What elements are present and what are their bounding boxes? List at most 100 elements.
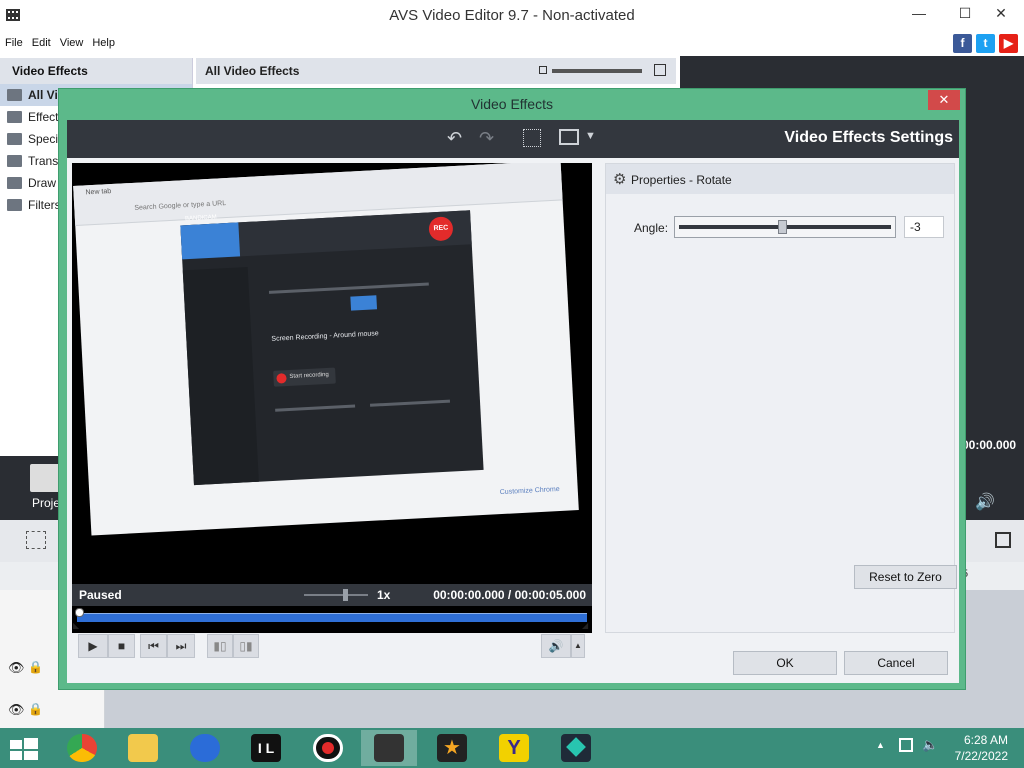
volume-icon[interactable]: 🔊 <box>975 492 995 512</box>
folder-icon <box>7 89 22 101</box>
folder-icon <box>7 177 22 189</box>
cancel-button[interactable]: Cancel <box>844 651 948 675</box>
tree-item-label: Filters <box>28 198 61 212</box>
speaker-muted-icon[interactable]: 🔈 <box>922 737 938 753</box>
reset-to-zero-button[interactable]: Reset to Zero <box>854 565 957 589</box>
time-display: 00:00:00.000 / 00:00:05.000 <box>433 588 586 602</box>
menu-bar: File Edit View Help <box>0 32 1024 54</box>
rotated-video-frame: New tab Search Google or type a URL BAND… <box>73 163 579 536</box>
project-label: Proje <box>32 496 61 510</box>
eye-icon[interactable]: 👁 <box>8 702 25 718</box>
tree-item-label: Effect <box>28 110 59 124</box>
play-button[interactable]: ▶ <box>78 634 108 658</box>
angle-value-input[interactable]: -3 <box>904 216 944 238</box>
effects-grid-title: All Video Effects <box>205 64 300 78</box>
record-icon <box>313 734 343 762</box>
network-icon[interactable] <box>899 738 913 752</box>
playback-speed: 1x <box>377 588 391 602</box>
angle-label: Angle: <box>634 221 669 235</box>
speed-slider-thumb[interactable] <box>343 589 348 601</box>
monitor-icon[interactable] <box>559 129 579 145</box>
twitter-icon[interactable]: t <box>976 34 995 53</box>
taskbar-app-il[interactable]: I L <box>238 730 294 766</box>
next-frame-button[interactable]: ⏭ <box>167 634 195 658</box>
timeline-progress-bar[interactable] <box>77 613 587 622</box>
minimize-button[interactable]: — <box>896 0 942 28</box>
volume-up-arrow-icon[interactable]: ▲ <box>571 634 585 658</box>
ok-button[interactable]: OK <box>733 651 837 675</box>
title-bar: AVS Video Editor 9.7 - Non-activated — ☐… <box>0 0 1024 32</box>
compare-before-button[interactable]: ▮▯ <box>207 634 233 658</box>
eye-icon[interactable]: 👁 <box>8 660 25 676</box>
lock-icon[interactable]: 🔒 <box>28 702 43 716</box>
taskbar-audio-app[interactable] <box>177 730 233 766</box>
dialog-title: Video Effects <box>471 96 553 112</box>
folder-icon <box>7 199 22 211</box>
tree-item-label: Draw <box>28 176 57 190</box>
menu-view[interactable]: View <box>60 32 84 54</box>
clock-time: 6:28 AM <box>963 733 1008 747</box>
windows-logo-icon <box>10 738 38 760</box>
tray-chevron-up-icon[interactable]: ▲ <box>876 740 885 750</box>
youtube-icon[interactable]: ▶ <box>999 34 1018 53</box>
close-button[interactable]: ✕ <box>978 0 1024 28</box>
stop-button[interactable]: ■ <box>108 634 135 658</box>
preview-browser-bar: New tab Search Google or type a URL <box>73 163 563 226</box>
effects-grid-header: All Video Effects <box>196 58 676 84</box>
taskbar-file-explorer[interactable] <box>115 730 171 766</box>
video-preview: New tab Search Google or type a URL BAND… <box>72 163 592 633</box>
storyboard-icon[interactable] <box>26 531 46 549</box>
chrome-icon <box>67 734 97 762</box>
preview-app-tab <box>180 222 241 260</box>
taskbar-chrome[interactable] <box>54 730 110 766</box>
angle-slider[interactable] <box>674 216 896 238</box>
lock-icon[interactable]: 🔒 <box>28 660 43 674</box>
folder-icon <box>128 734 158 762</box>
preview-start-recording: Start recording <box>273 367 336 387</box>
dialog-toolbar: ↶ ↷ ▼ Video Effects Settings <box>67 120 959 158</box>
previous-frame-button[interactable]: ⏮ <box>140 634 167 658</box>
taskbar-recorder[interactable] <box>300 730 356 766</box>
timeline-start-marker[interactable]: ◣ <box>73 621 79 630</box>
taskbar-star-app[interactable]: ★ <box>424 730 480 766</box>
timeline-playhead[interactable] <box>75 608 84 617</box>
film-icon <box>374 734 404 762</box>
menu-help[interactable]: Help <box>92 32 115 54</box>
playback-status: Paused <box>79 588 122 602</box>
settings-title: Video Effects Settings <box>784 129 953 146</box>
timeline-end-marker[interactable]: ◢ <box>582 621 588 630</box>
redo-icon[interactable]: ↷ <box>479 128 494 149</box>
system-clock[interactable]: 6:28 AM 7/22/2022 <box>955 732 1008 764</box>
preview-section-title: Screen Recording - Around mouse <box>271 330 379 343</box>
taskbar-y-app[interactable]: Y <box>486 730 542 766</box>
taskbar: I L ★ Y ▲ 🔈 6:28 AM 7/22/2022 <box>0 728 1024 768</box>
grid-icon[interactable] <box>523 129 541 147</box>
dialog-close-button[interactable]: ✕ <box>928 90 960 110</box>
chevron-down-icon[interactable]: ▼ <box>585 130 596 142</box>
fit-timeline-icon[interactable] <box>995 532 1011 548</box>
clock-date: 7/22/2022 <box>954 749 1008 763</box>
headphones-icon <box>190 734 220 762</box>
preview-field <box>275 404 356 412</box>
angle-slider-thumb[interactable] <box>778 220 787 234</box>
preview-rec-button: REC <box>428 216 454 242</box>
undo-icon[interactable]: ↶ <box>447 128 462 149</box>
taskbar-avs-video-editor[interactable] <box>361 730 417 766</box>
properties-title: Properties - Rotate <box>631 173 732 187</box>
volume-button[interactable]: 🔊 <box>541 634 571 658</box>
start-button[interactable] <box>0 730 56 766</box>
folder-icon <box>7 155 22 167</box>
preview-brand: BANDICAM <box>184 214 217 223</box>
small-thumbnails-icon[interactable] <box>539 66 547 74</box>
facebook-icon[interactable]: f <box>953 34 972 53</box>
taskbar-filmora[interactable] <box>548 730 604 766</box>
preview-timeline[interactable]: ◣ ◢ <box>73 608 588 630</box>
thumbnail-size-slider[interactable] <box>552 69 642 73</box>
star-icon: ★ <box>437 734 467 762</box>
menu-file[interactable]: File <box>5 32 23 54</box>
large-thumbnails-icon[interactable] <box>654 64 666 76</box>
compare-after-button[interactable]: ▯▮ <box>233 634 259 658</box>
menu-edit[interactable]: Edit <box>32 32 51 54</box>
speed-slider[interactable] <box>304 594 368 596</box>
video-app-icon <box>561 734 591 762</box>
